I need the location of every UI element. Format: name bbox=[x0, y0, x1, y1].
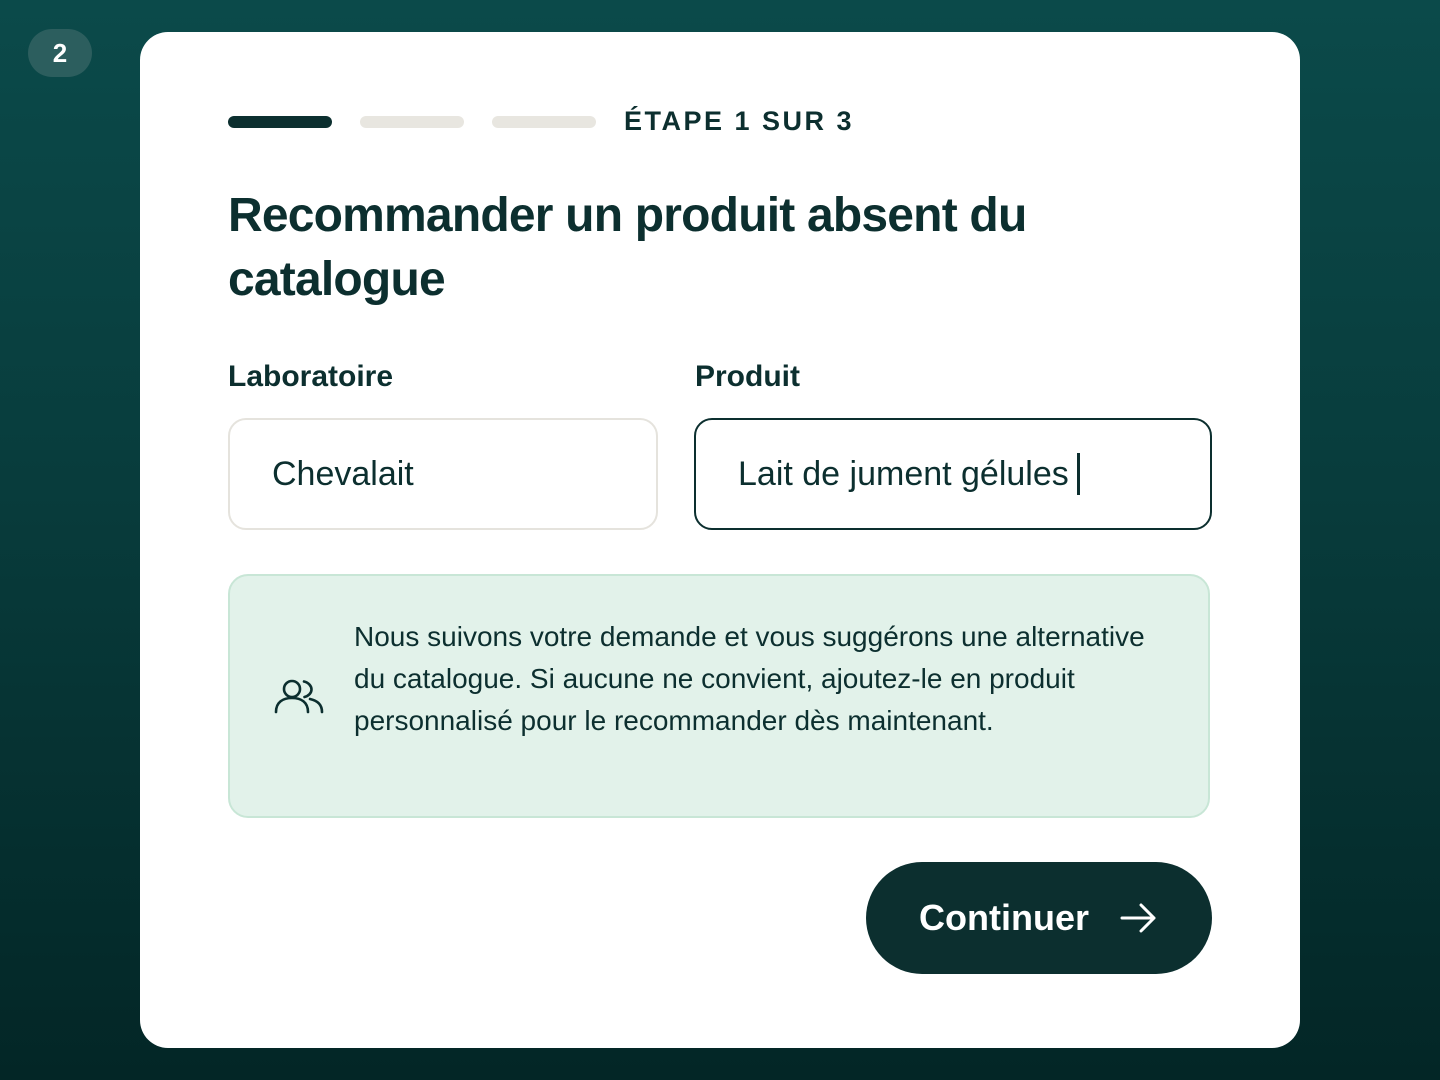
laboratoire-label: Laboratoire bbox=[228, 360, 394, 393]
arrow-right-icon bbox=[1120, 903, 1156, 933]
step-badge: 2 bbox=[28, 29, 92, 77]
recommendation-card: ÉTAPE 1 SUR 3 Recommander un produit abs… bbox=[140, 32, 1300, 1048]
progress-step-2 bbox=[360, 116, 464, 128]
users-icon bbox=[274, 679, 324, 714]
produit-input[interactable]: Lait de jument gélules bbox=[694, 418, 1212, 530]
laboratoire-value: Chevalait bbox=[272, 454, 414, 493]
continue-button[interactable]: Continuer bbox=[866, 862, 1212, 974]
produit-label: Produit bbox=[695, 360, 800, 393]
continue-label: Continuer bbox=[919, 897, 1089, 938]
laboratoire-input[interactable]: Chevalait bbox=[228, 418, 658, 530]
page-title: Recommander un produit absent du catalog… bbox=[228, 189, 1027, 306]
text-caret bbox=[1076, 453, 1080, 495]
info-box: Nous suivons votre demande et vous suggé… bbox=[228, 574, 1210, 818]
step-label: ÉTAPE 1 SUR 3 bbox=[624, 106, 855, 136]
progress-step-3 bbox=[492, 116, 596, 128]
produit-value: Lait de jument gélules bbox=[738, 454, 1069, 493]
info-text: Nous suivons votre demande et vous suggé… bbox=[354, 621, 1145, 736]
progress-step-1 bbox=[228, 116, 332, 128]
